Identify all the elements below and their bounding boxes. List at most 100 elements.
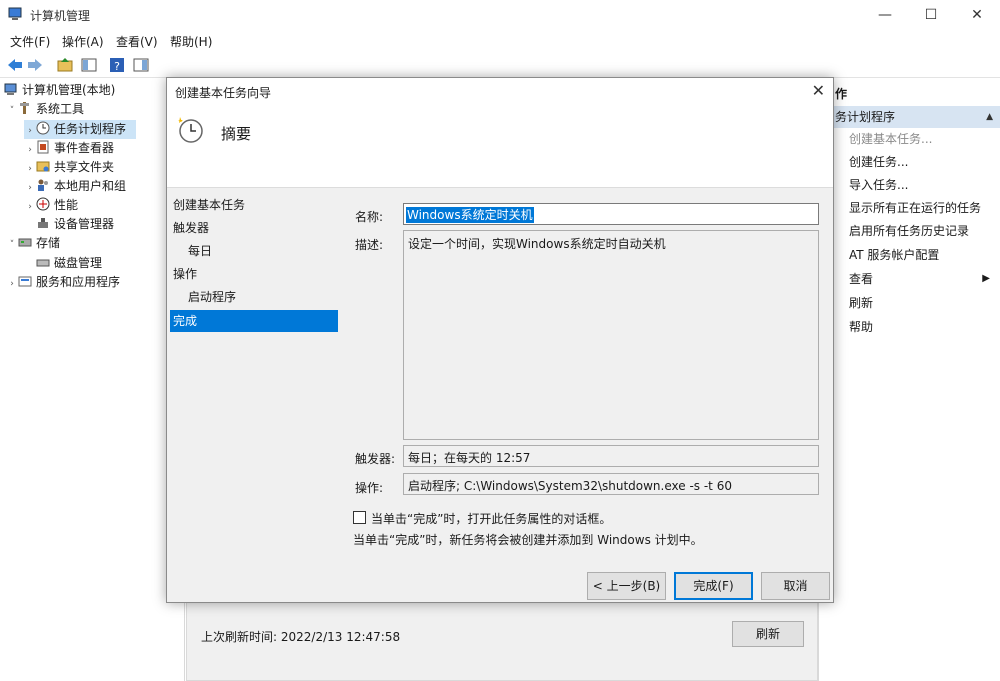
chevron-down-icon[interactable]: ˅ <box>6 102 18 121</box>
task-description-field[interactable]: 设定一个时间，实现Windows系统定时自动关机 <box>403 230 819 440</box>
tree-item-system-tools[interactable]: ˅ 系统工具 <box>6 100 84 119</box>
tree-item-label: 计算机管理(本地) <box>22 83 116 97</box>
create-basic-task-wizard: 创建基本任务向导 ✕ 摘要 创建基本任务 触发器 每日 操作 启动程序 完成 名… <box>166 77 834 603</box>
wizard-heading: 摘要 <box>221 125 252 143</box>
submenu-arrow-icon: ▶ <box>982 273 990 284</box>
tree-item-label: 共享文件夹 <box>54 160 115 174</box>
step-create-basic-task[interactable]: 创建基本任务 <box>170 194 338 216</box>
window-title: 计算机管理 <box>30 9 91 23</box>
tree-item-task-scheduler[interactable]: › 任务计划程序 <box>24 120 136 139</box>
action-help[interactable]: 帮助 <box>849 316 873 338</box>
action-summary-field: 启动程序; C:\Windows\System32\shutdown.exe -… <box>403 473 819 495</box>
event-viewer-icon <box>37 140 49 154</box>
toolbar: ? <box>0 52 1000 78</box>
description-label: 描述: <box>355 238 384 252</box>
tree-item-local-users-groups[interactable]: › 本地用户和组 <box>24 177 126 196</box>
device-manager-icon <box>38 218 48 228</box>
finish-note: 当单击“完成”时，新任务将会被创建并添加到 Windows 计划中。 <box>353 533 703 547</box>
actions-pane: 作 务计划程序 ▲ 创建基本任务... 创建任务... 导入任务... 显示所有… <box>818 79 1000 681</box>
tree-item-label: 任务计划程序 <box>54 122 127 136</box>
cancel-button[interactable]: 取消 <box>761 572 830 600</box>
action-at-service-account[interactable]: AT 服务帐户配置 <box>849 244 939 266</box>
chevron-down-icon[interactable]: ˅ <box>6 236 18 255</box>
show-hide-tree-icon[interactable] <box>80 56 98 74</box>
menu-file[interactable]: 文件(F) <box>10 33 50 50</box>
task-description-value: 设定一个时间，实现Windows系统定时自动关机 <box>408 237 666 251</box>
tree-item-event-viewer[interactable]: › 事件查看器 <box>24 139 114 158</box>
chevron-right-icon[interactable]: › <box>6 275 18 294</box>
finish-button[interactable]: 完成(F) <box>674 572 753 600</box>
step-daily[interactable]: 每日 <box>170 240 338 262</box>
computer-management-icon <box>8 7 22 20</box>
back-arrow-icon[interactable] <box>6 56 24 74</box>
tools-icon <box>20 102 29 114</box>
wizard-steps: 创建基本任务 触发器 每日 操作 启动程序 完成 <box>167 188 339 568</box>
last-refresh-time: 上次刷新时间: 2022/2/13 12:47:58 <box>201 630 401 644</box>
open-properties-label[interactable]: 当单击“完成”时，打开此任务属性的对话框。 <box>371 510 611 527</box>
tree-item-services-applications[interactable]: › 服务和应用程序 <box>6 273 120 292</box>
actions-header: 作 <box>835 87 848 101</box>
tree-item-performance[interactable]: › 性能 <box>24 196 78 215</box>
shared-folder-icon <box>36 161 50 172</box>
tree-item-label: 服务和应用程序 <box>36 275 121 289</box>
show-action-pane-icon[interactable] <box>132 56 150 74</box>
close-icon[interactable]: ✕ <box>812 81 825 100</box>
action-summary-value: 启动程序; C:\Windows\System32\shutdown.exe -… <box>408 479 732 493</box>
open-properties-checkbox[interactable] <box>353 511 366 524</box>
step-trigger[interactable]: 触发器 <box>170 217 338 239</box>
tree-item-computer-management[interactable]: 计算机管理(本地) <box>4 81 115 100</box>
tree-item-label: 性能 <box>54 198 79 212</box>
tree-item-shared-folders[interactable]: › 共享文件夹 <box>24 158 114 177</box>
action-refresh[interactable]: 刷新 <box>849 292 873 314</box>
back-button[interactable]: < 上一步(B) <box>587 572 666 600</box>
wizard-title: 创建基本任务向导 <box>175 86 272 100</box>
help-icon[interactable]: ? <box>108 56 126 74</box>
clock-icon <box>36 121 50 135</box>
tree-item-label: 设备管理器 <box>54 217 115 231</box>
tree-item-label: 事件查看器 <box>54 141 115 155</box>
maximize-button[interactable]: ☐ <box>908 0 954 30</box>
task-name-value: Windows系统定时关机 <box>406 207 534 223</box>
step-action[interactable]: 操作 <box>170 263 338 285</box>
step-finish[interactable]: 完成 <box>170 310 338 332</box>
tree-item-label: 系统工具 <box>36 102 85 116</box>
action-enable-task-history[interactable]: 启用所有任务历史记录 <box>849 220 969 242</box>
action-view-label: 查看 <box>849 272 874 286</box>
name-label: 名称: <box>355 210 384 224</box>
performance-icon <box>36 197 50 211</box>
services-icon <box>18 276 32 287</box>
task-scheduler-footer: 上次刷新时间: 2022/2/13 12:47:58 刷新 <box>186 600 818 681</box>
trigger-summary-field: 每日；在每天的 12:57 <box>403 445 819 467</box>
task-name-field[interactable]: Windows系统定时关机 <box>403 203 819 225</box>
action-import-task[interactable]: 导入任务... <box>849 174 908 196</box>
actions-section-label: 务计划程序 <box>835 110 896 124</box>
tree-item-device-manager[interactable]: 设备管理器 <box>24 215 114 234</box>
menu-view[interactable]: 查看(V) <box>116 33 158 50</box>
action-view[interactable]: 查看 <box>849 268 994 290</box>
actions-section-task-scheduler[interactable]: 务计划程序 ▲ <box>819 106 1000 128</box>
trigger-summary-value: 每日；在每天的 12:57 <box>408 451 531 465</box>
action-create-task[interactable]: 创建任务... <box>849 151 908 173</box>
tree-item-label: 本地用户和组 <box>54 179 127 193</box>
forward-arrow-icon[interactable] <box>26 56 44 74</box>
action-create-basic-task[interactable]: 创建基本任务... <box>849 128 932 150</box>
task-wizard-icon <box>178 117 203 143</box>
tree-item-label: 存储 <box>36 236 61 250</box>
tree-item-disk-management[interactable]: 磁盘管理 <box>24 254 102 273</box>
navigation-tree: 计算机管理(本地) ˅ 系统工具 › 任务计划程序 › 事件查看器 › 共享文件夹 › 本… <box>0 79 185 681</box>
action-show-running-tasks[interactable]: 显示所有正在运行的任务 <box>849 197 981 219</box>
storage-icon <box>18 238 32 247</box>
tree-item-storage[interactable]: ˅ 存储 <box>6 234 60 253</box>
close-button[interactable]: ✕ <box>954 0 1000 30</box>
collapse-triangle-icon[interactable]: ▲ <box>986 106 993 128</box>
wizard-header: 创建基本任务向导 ✕ 摘要 <box>167 78 833 188</box>
minimize-button[interactable]: — <box>862 0 908 30</box>
menu-action[interactable]: 操作(A) <box>62 33 104 50</box>
window-titlebar: 计算机管理 — ☐ ✕ <box>0 0 1000 30</box>
menu-help[interactable]: 帮助(H) <box>170 33 212 50</box>
step-start-program[interactable]: 启动程序 <box>170 286 338 308</box>
menu-bar: 文件(F) 操作(A) 查看(V) 帮助(H) <box>0 30 1000 52</box>
refresh-button[interactable]: 刷新 <box>732 621 804 647</box>
up-folder-icon[interactable] <box>56 56 74 74</box>
tree-item-label: 磁盘管理 <box>54 256 103 270</box>
